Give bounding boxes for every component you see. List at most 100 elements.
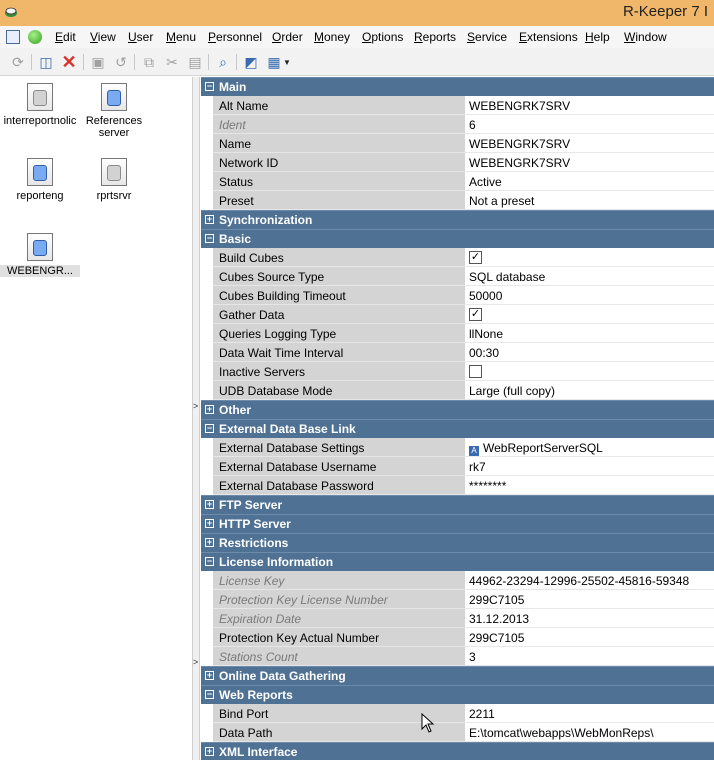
grid-view-icon[interactable]: ▦ [265, 53, 283, 71]
property-value[interactable]: ******** [465, 476, 714, 495]
menu-menu[interactable]: Menu [166, 30, 196, 44]
expand-toggle-icon[interactable]: + [205, 500, 214, 509]
server-label: rprtsrvr [96, 190, 132, 202]
property-value[interactable]: rk7 [465, 457, 714, 476]
menu-window[interactable]: Window [624, 30, 667, 44]
property-value: 44962-23294-12996-25502-45816-59348 [465, 571, 714, 590]
section-header[interactable]: − Web Reports [201, 685, 714, 704]
collapse-arrow-icon[interactable]: > [193, 657, 198, 667]
section-header[interactable]: − Main [201, 77, 714, 96]
toolbar-separator [236, 54, 237, 70]
checkbox-unchecked[interactable] [469, 365, 482, 378]
property-value[interactable]: WEBENGRK7SRV [465, 134, 714, 153]
server-item-selected[interactable]: WEBENGR... [0, 233, 80, 277]
menu-extensions[interactable]: Extensions [519, 30, 578, 44]
menu-edit[interactable]: Edit [55, 30, 76, 44]
property-name: External Database Username [213, 457, 465, 476]
property-value[interactable]: SQL database [465, 267, 714, 286]
property-value[interactable]: Not a preset [465, 191, 714, 210]
menu-options[interactable]: Options [362, 30, 403, 44]
property-name: External Database Password [213, 476, 465, 495]
server-icon [101, 158, 127, 186]
expand-toggle-icon[interactable]: + [205, 215, 214, 224]
menu-view[interactable]: View [90, 30, 116, 44]
property-value-text: 3 [469, 650, 476, 664]
grid-view-dropdown-icon[interactable]: ▼ [282, 53, 292, 71]
section-header[interactable]: + FTP Server [201, 495, 714, 514]
checkbox-checked[interactable]: ✓ [469, 251, 482, 264]
app-logo-icon [5, 7, 17, 17]
checkbox-checked[interactable]: ✓ [469, 308, 482, 321]
delete-icon[interactable]: ✕ [60, 52, 78, 72]
copy-icon[interactable]: ⧉ [140, 53, 158, 71]
pane-splitter[interactable]: > > [192, 77, 200, 760]
select-icon[interactable]: ◫ [37, 53, 55, 71]
section-header[interactable]: + XML Interface [201, 742, 714, 760]
menu-money[interactable]: Money [314, 30, 350, 44]
toolbar-separator [31, 54, 32, 70]
paste-icon[interactable]: ▤ [186, 53, 204, 71]
menu-service[interactable]: Service [467, 30, 507, 44]
property-value[interactable]: 2211 [465, 704, 714, 723]
property-value[interactable]: ✓ [465, 305, 714, 324]
property-value-text: 299C7105 [469, 631, 525, 645]
property-value[interactable]: llNone [465, 324, 714, 343]
menu-user[interactable]: User [128, 30, 153, 44]
menu-reports[interactable]: Reports [414, 30, 456, 44]
menu-order[interactable]: Order [272, 30, 303, 44]
save-icon[interactable]: ▣ [89, 53, 107, 71]
section-title: External Data Base Link [219, 422, 356, 436]
collapse-toggle-icon[interactable]: − [205, 557, 214, 566]
section-header[interactable]: + HTTP Server [201, 514, 714, 533]
collapse-toggle-icon[interactable]: − [205, 234, 214, 243]
property-value[interactable]: Large (full copy) [465, 381, 714, 400]
property-row: Queries Logging Type llNone [201, 324, 714, 343]
expand-toggle-icon[interactable]: + [205, 671, 214, 680]
undo-icon[interactable]: ↺ [112, 53, 130, 71]
refresh-icon[interactable]: ⟳ [9, 53, 27, 71]
property-name: Stations Count [213, 647, 465, 666]
cut-icon[interactable]: ✂ [163, 53, 181, 71]
property-value[interactable]: WEBENGRK7SRV [465, 96, 714, 115]
expand-toggle-icon[interactable]: + [205, 538, 214, 547]
expand-toggle-icon[interactable]: + [205, 519, 214, 528]
property-value[interactable] [465, 362, 714, 381]
server-item[interactable]: reporteng [0, 158, 80, 202]
collapse-toggle-icon[interactable]: − [205, 690, 214, 699]
property-value[interactable]: 299C7105 [465, 628, 714, 647]
server-item[interactable]: References server [74, 83, 154, 139]
menu-help[interactable]: Help [585, 30, 610, 44]
property-value[interactable]: E:\tomcat\webapps\WebMonReps\ [465, 723, 714, 742]
section-header[interactable]: + Other [201, 400, 714, 419]
document-icon[interactable] [6, 30, 20, 44]
properties-icon[interactable]: ◩ [242, 53, 260, 71]
property-value[interactable]: ✓ [465, 248, 714, 267]
collapse-toggle-icon[interactable]: − [205, 82, 214, 91]
property-name: Preset [213, 191, 465, 210]
section-header[interactable]: − License Information [201, 552, 714, 571]
property-value[interactable]: WEBENGRK7SRV [465, 153, 714, 172]
status-green-icon[interactable] [28, 30, 42, 44]
property-value-text: Active [469, 175, 502, 189]
property-value[interactable]: A WebReportServerSQL [465, 438, 714, 457]
section-header[interactable]: − External Data Base Link [201, 419, 714, 438]
menu-personnel[interactable]: Personnel [208, 30, 262, 44]
expand-toggle-icon[interactable]: + [205, 405, 214, 414]
server-item[interactable]: interreportnolic [0, 83, 80, 127]
server-icon [101, 83, 127, 111]
section-title: Online Data Gathering [219, 669, 346, 683]
server-list-pane: interreportnolic References server repor… [0, 77, 192, 760]
property-value[interactable]: 00:30 [465, 343, 714, 362]
menu-bar: Edit View User Menu Personnel Order Mone… [0, 26, 714, 48]
server-item[interactable]: rprtsrvr [74, 158, 154, 202]
section-header[interactable]: + Online Data Gathering [201, 666, 714, 685]
property-value[interactable]: 50000 [465, 286, 714, 305]
section-header[interactable]: + Restrictions [201, 533, 714, 552]
find-icon[interactable]: ⌕ [214, 53, 232, 71]
collapse-toggle-icon[interactable]: − [205, 424, 214, 433]
expand-toggle-icon[interactable]: + [205, 747, 214, 756]
collapse-arrow-icon[interactable]: > [193, 401, 198, 411]
section-header[interactable]: − Basic [201, 229, 714, 248]
section-header[interactable]: + Synchronization [201, 210, 714, 229]
property-value[interactable]: Active [465, 172, 714, 191]
